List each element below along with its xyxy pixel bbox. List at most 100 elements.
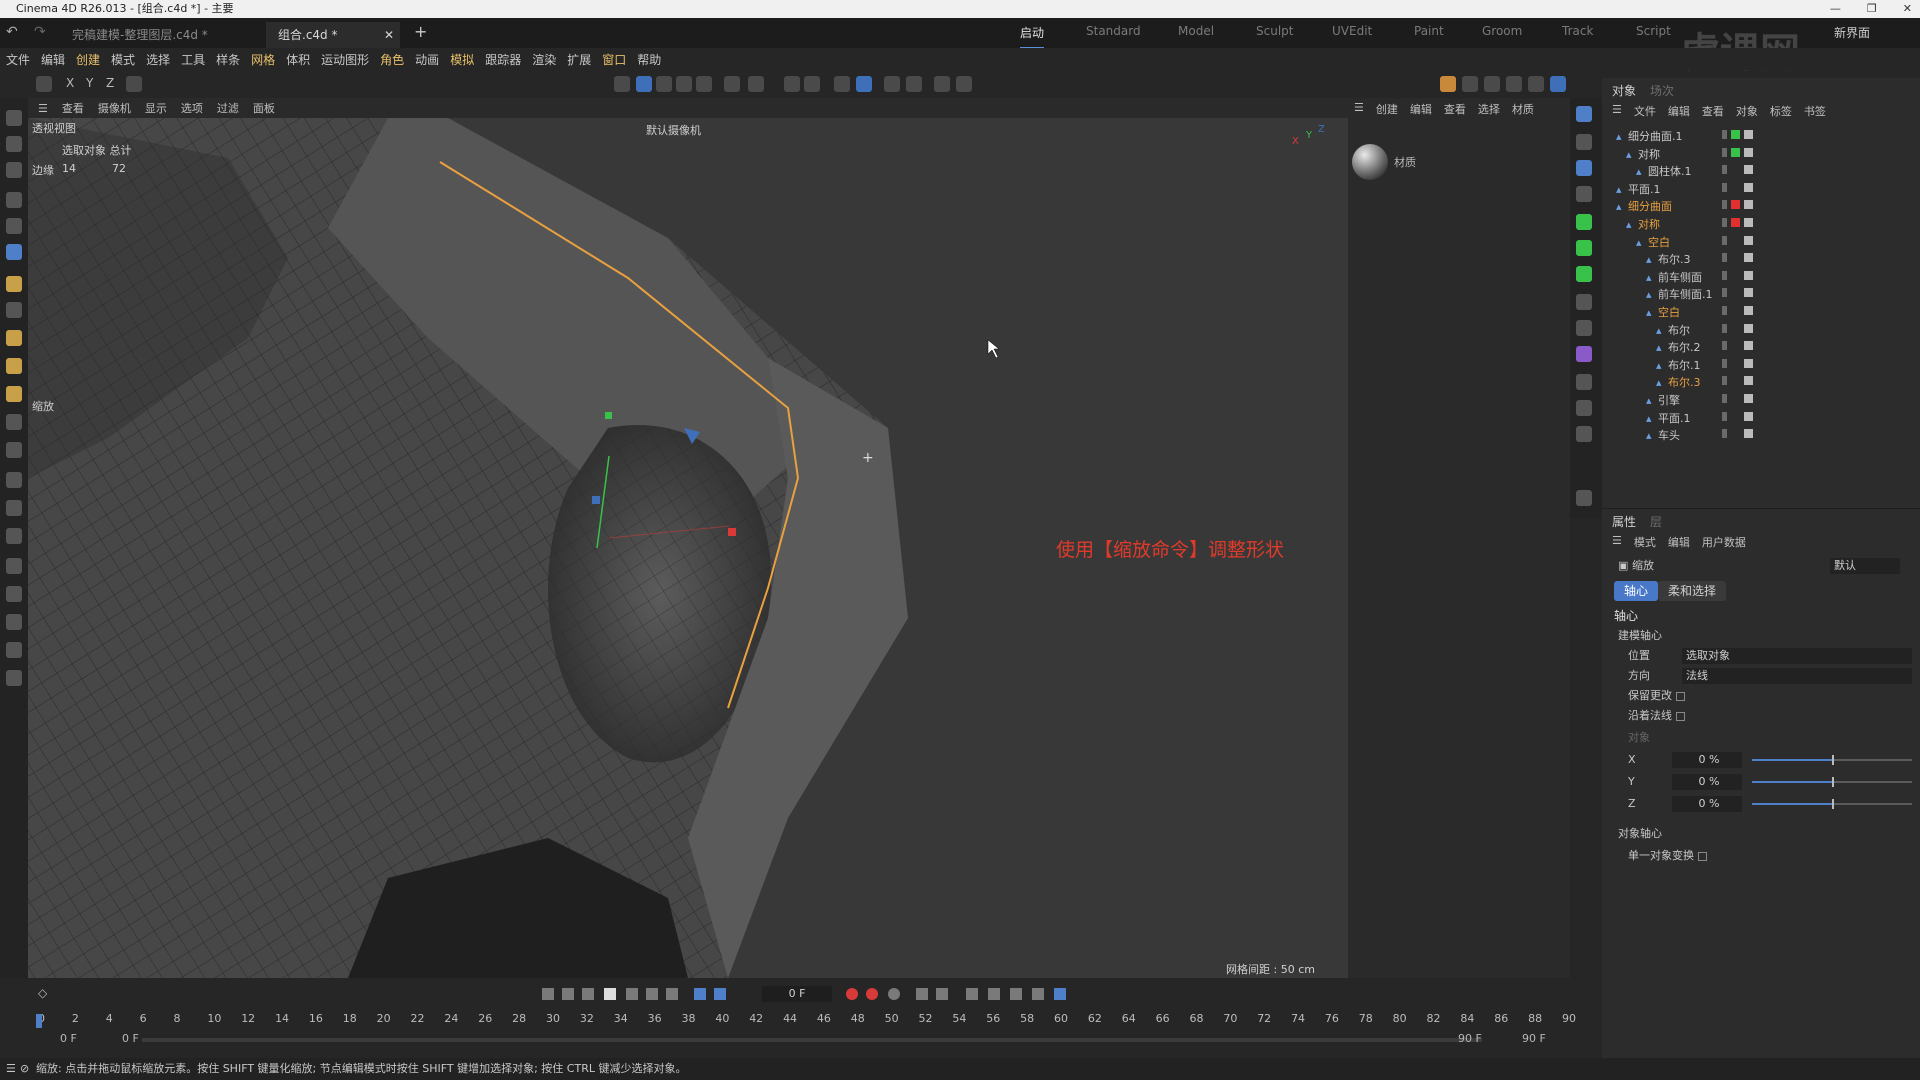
material-tag-icon[interactable] (1744, 394, 1753, 403)
material-tag-icon[interactable] (1744, 218, 1753, 227)
torch-tool-icon[interactable] (6, 642, 22, 658)
scale-tool-icon[interactable] (6, 244, 22, 260)
plane-object-icon[interactable] (6, 330, 22, 346)
enable-check-icon[interactable] (1731, 183, 1740, 192)
menu-mesh[interactable]: 网格 (251, 51, 275, 68)
extrude-icon[interactable] (6, 386, 22, 402)
key-position-icon[interactable] (916, 988, 928, 1000)
layout-tab-uvedit[interactable]: UVEdit (1332, 24, 1372, 38)
prev-frame-icon[interactable] (582, 988, 594, 1000)
object-menu-icon[interactable]: ☰ (1612, 103, 1622, 117)
rotate-tool-icon[interactable] (6, 218, 22, 234)
object-name[interactable]: 细分曲面.1 (1628, 128, 1683, 145)
object-tree-row[interactable]: ▴ 空白 (1602, 304, 1920, 321)
select-cursor-icon[interactable] (6, 136, 22, 152)
cloner-icon[interactable] (1576, 240, 1592, 256)
object-tree-row[interactable]: ▴ 布尔 (1602, 322, 1920, 339)
doc-tab-1[interactable]: 完稿建模-整理图层.c4d * (60, 22, 236, 48)
material-menu-material[interactable]: 材质 (1512, 101, 1534, 116)
layout-tab-track[interactable]: Track (1562, 24, 1593, 38)
material-preview-ball[interactable] (1352, 144, 1388, 180)
object-menu-tags[interactable]: 标签 (1770, 103, 1792, 118)
play-icon[interactable] (604, 988, 616, 1000)
material-tag-icon[interactable] (1744, 288, 1753, 298)
key-pla-icon[interactable] (1010, 988, 1022, 1000)
motion-icon[interactable] (1032, 988, 1044, 1000)
go-end-icon[interactable] (666, 988, 678, 1000)
menu-volume[interactable]: 体积 (286, 51, 310, 68)
text-icon[interactable] (1576, 186, 1592, 202)
material-tag-icon[interactable] (1744, 147, 1753, 157)
frame-icon[interactable] (1576, 134, 1592, 150)
polygon-mode-icon[interactable] (676, 76, 692, 92)
material-tag-icon[interactable] (1744, 358, 1753, 368)
object-tree-row[interactable]: ▴ 布尔.3 (1602, 374, 1920, 391)
object-tree-row[interactable]: ▴ 对称 (1602, 216, 1920, 233)
viewport-solo-icon[interactable] (1576, 106, 1592, 122)
z-field[interactable]: 0 % (1672, 796, 1742, 812)
attribute-menu-mode[interactable]: 模式 (1634, 534, 1656, 549)
soft-select-icon[interactable] (804, 76, 820, 92)
timeline-end-field[interactable]: 90 F (1458, 1032, 1482, 1045)
enable-check-icon[interactable] (1731, 218, 1740, 227)
viewport-menu-display[interactable]: 显示 (145, 100, 167, 116)
material-tag-icon[interactable] (1744, 306, 1753, 315)
cube-object-icon[interactable] (6, 358, 22, 374)
timeline-start-field[interactable]: 0 F (60, 1032, 77, 1045)
uv-mode-icon[interactable] (696, 76, 712, 92)
z-axis-lock-icon[interactable]: Z (106, 76, 114, 90)
menu-mode[interactable]: 模式 (111, 51, 135, 68)
brush-tool-icon[interactable] (6, 302, 22, 318)
enable-check-icon[interactable] (1731, 147, 1740, 157)
group-modeling-axis[interactable]: 建模轴心 (1618, 627, 1662, 645)
object-name[interactable]: 对称 (1638, 216, 1660, 233)
current-frame-field[interactable]: 0 F (762, 986, 832, 1002)
visibility-dots-icon[interactable] (1722, 376, 1727, 386)
material-menu-icon[interactable]: ☰ (1354, 101, 1364, 115)
new-layout-button[interactable]: 新界面 (1834, 24, 1870, 41)
menu-spline[interactable]: 样条 (216, 51, 240, 68)
enable-check-icon[interactable] (1731, 271, 1740, 280)
object-tree-row[interactable]: ▴ 引擎 (1602, 392, 1920, 409)
object-name[interactable]: 平面.1 (1628, 181, 1661, 198)
enable-check-icon[interactable] (1731, 359, 1740, 368)
viewport-menu-panel[interactable]: 面板 (253, 100, 275, 116)
tab-axis[interactable]: 轴心 (1614, 581, 1659, 601)
visibility-dots-icon[interactable] (1722, 270, 1727, 280)
menu-mograph[interactable]: 运动图形 (321, 51, 369, 68)
object-menu-bookmarks[interactable]: 书签 (1804, 103, 1826, 118)
doc-tab-2[interactable]: 组合.c4d * ✕ (266, 22, 400, 48)
x-field[interactable]: 0 % (1672, 752, 1742, 768)
material-menu-view[interactable]: 查看 (1444, 101, 1466, 116)
render-picture-icon[interactable] (934, 76, 950, 92)
bevel-tool-icon[interactable] (6, 500, 22, 516)
timeline-end-field-2[interactable]: 90 F (1522, 1032, 1546, 1045)
move-tool-icon[interactable] (6, 192, 22, 208)
render-view-icon[interactable] (906, 76, 922, 92)
object-name[interactable]: 布尔 (1668, 322, 1690, 339)
auto-key-icon[interactable] (866, 988, 878, 1000)
visibility-dots-icon[interactable] (1722, 253, 1727, 263)
loop-icon[interactable] (694, 988, 706, 1000)
layout-tab-sculpt[interactable]: Sculpt (1256, 24, 1293, 38)
object-tree-row[interactable]: ▴ 布尔.1 (1602, 357, 1920, 374)
object-tree-row[interactable]: ▴ 空白 (1602, 234, 1920, 251)
material-tag-icon[interactable] (1744, 253, 1753, 263)
material-menu-edit[interactable]: 编辑 (1410, 101, 1432, 116)
go-start-icon[interactable] (542, 988, 554, 1000)
restore-icon[interactable]: ❐ (1867, 0, 1877, 18)
menu-tracker[interactable]: 跟踪器 (485, 51, 521, 68)
object-tree-row[interactable]: ▴ 圆柱体.1 (1602, 163, 1920, 180)
model-mode-icon[interactable] (614, 76, 630, 92)
menu-create[interactable]: 创建 (76, 51, 100, 68)
layout-tab-model[interactable]: Model (1178, 24, 1214, 38)
object-name[interactable]: 空白 (1648, 234, 1670, 251)
field-icon[interactable] (1576, 320, 1592, 336)
live-selection-icon[interactable] (6, 162, 22, 178)
search-icon[interactable] (6, 110, 22, 126)
visibility-dots-icon[interactable] (1722, 235, 1727, 245)
enable-check-icon[interactable] (1731, 324, 1740, 333)
status-menu-icon[interactable]: ☰ (6, 1058, 16, 1080)
layer-tool-icon[interactable] (6, 528, 22, 544)
object-name[interactable]: 前车侧面 (1658, 269, 1702, 286)
